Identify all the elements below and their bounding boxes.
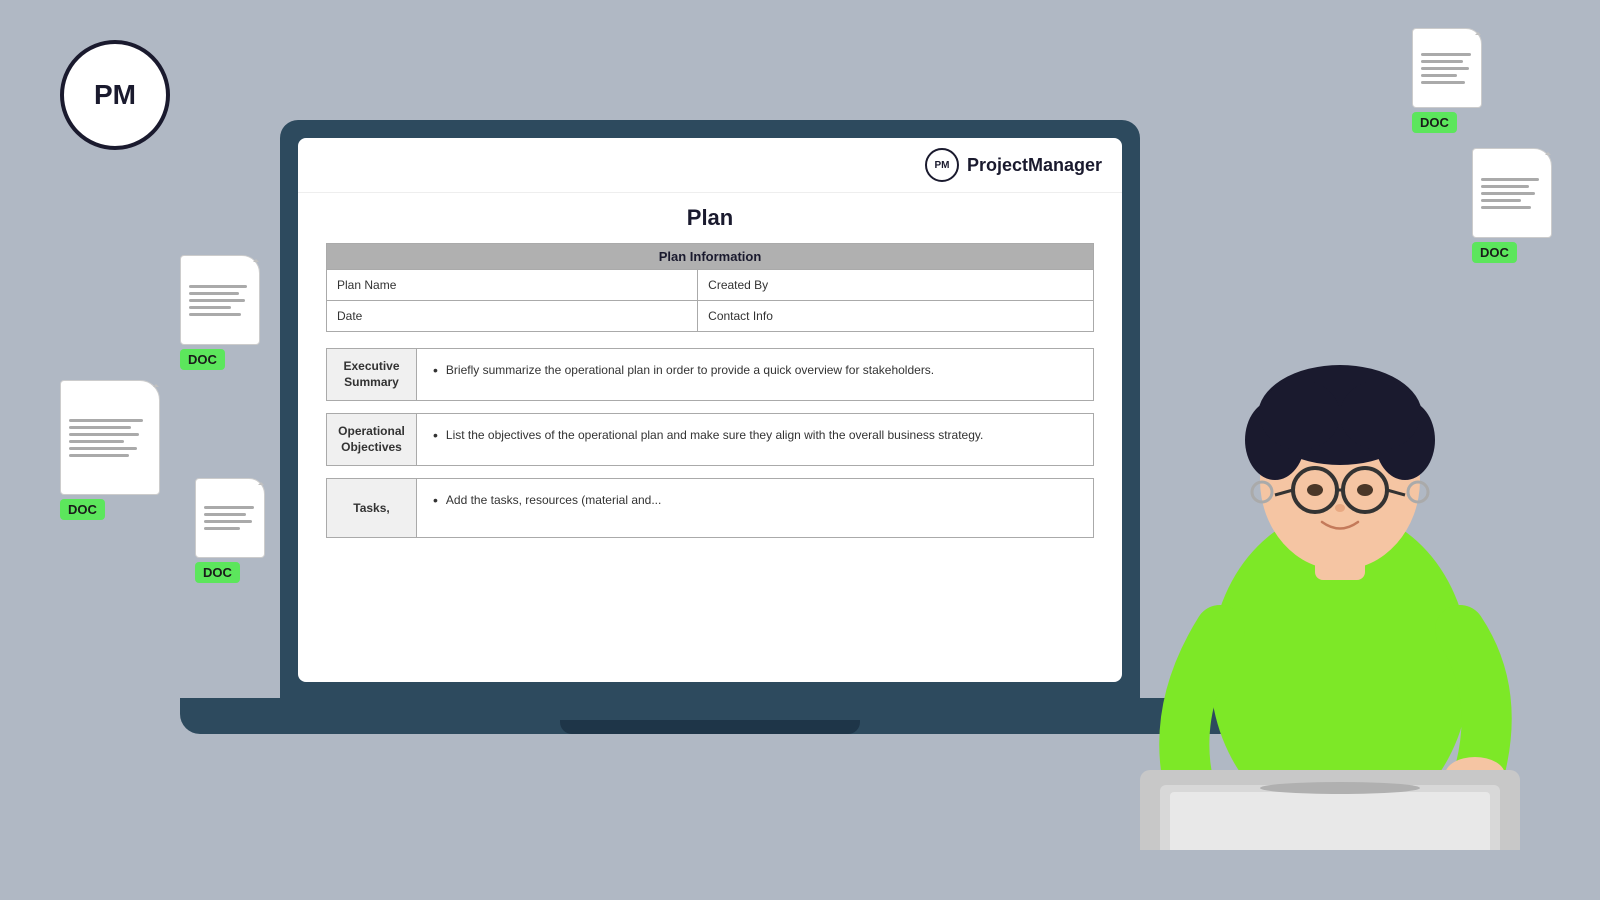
tasks-label: Tasks, [327, 479, 417, 537]
doc-paper-3 [180, 255, 260, 345]
pm-brand-circle: PM [925, 148, 959, 182]
pm-brand-name: ProjectManager [967, 155, 1102, 176]
doc-badge-1: DOC [1412, 112, 1457, 133]
created-by-label: Created By [698, 270, 1094, 301]
document-title: Plan [326, 205, 1094, 231]
operational-objectives-section: OperationalObjectives List the objective… [326, 413, 1094, 466]
plan-info-header: Plan Information [327, 244, 1094, 270]
plan-name-label: Plan Name [327, 270, 698, 301]
doc-paper [1412, 28, 1482, 108]
plan-info-table: Plan Information Plan Name Created By Da… [326, 243, 1094, 332]
operational-objectives-content: List the objectives of the operational p… [417, 414, 1093, 465]
tasks-content: Add the tasks, resources (material and..… [417, 479, 1093, 537]
executive-summary-section: ExecutiveSummary Briefly summarize the o… [326, 348, 1094, 401]
operational-objectives-label: OperationalObjectives [327, 414, 417, 465]
table-header-row: Plan Information [327, 244, 1094, 270]
tasks-section: Tasks, Add the tasks, resources (materia… [326, 478, 1094, 538]
table-row-2: Date Contact Info [327, 301, 1094, 332]
doc-paper-2 [1472, 148, 1552, 238]
pm-logo: PM [60, 40, 170, 150]
doc-badge-3: DOC [180, 349, 225, 370]
table-row-1: Plan Name Created By [327, 270, 1094, 301]
laptop-frame: PM ProjectManager Plan Plan Information … [280, 120, 1140, 700]
date-label: Date [327, 301, 698, 332]
pm-brand: PM ProjectManager [925, 148, 1102, 182]
doc-float-3: DOC [180, 255, 260, 370]
doc-float-1: DOC [1412, 28, 1482, 133]
laptop-screen: PM ProjectManager Plan Plan Information … [298, 138, 1122, 682]
doc-badge-5: DOC [195, 562, 240, 583]
doc-float-4: DOC [60, 380, 160, 520]
executive-summary-label: ExecutiveSummary [327, 349, 417, 400]
contact-info-label: Contact Info [698, 301, 1094, 332]
executive-summary-content: Briefly summarize the operational plan i… [417, 349, 1093, 400]
screen-body: Plan Plan Information Plan Name Created … [298, 193, 1122, 682]
doc-float-5: DOC [195, 478, 265, 583]
doc-paper-5 [195, 478, 265, 558]
screen-header: PM ProjectManager [298, 138, 1122, 193]
laptop-base [180, 698, 1240, 734]
person-illustration [1110, 230, 1550, 850]
doc-paper-4 [60, 380, 160, 495]
doc-badge-4: DOC [60, 499, 105, 520]
